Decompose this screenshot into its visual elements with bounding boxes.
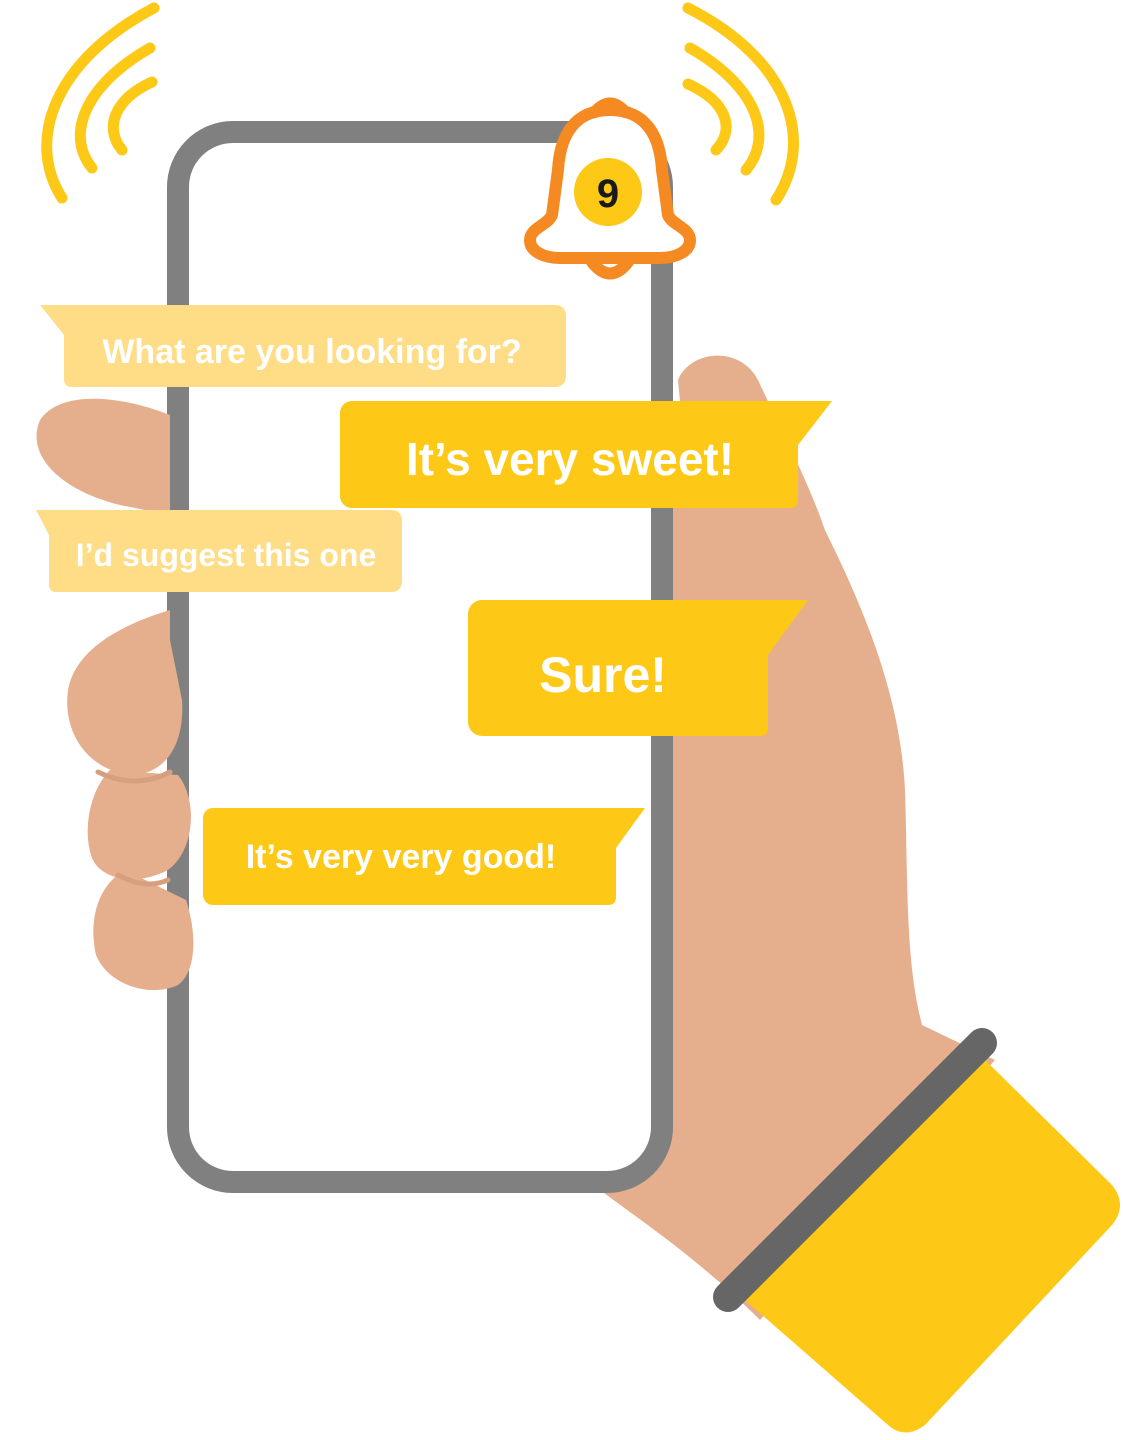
phone-chat-illustration: 9 What are you looking for? It’s very sw…: [36, 2, 1120, 1433]
signal-waves-left: [41, 2, 160, 204]
notification-count: 9: [597, 172, 619, 216]
signal-waves-right: [682, 2, 799, 206]
message-text-1: What are you looking for?: [102, 333, 521, 371]
message-text-4: Sure!: [539, 647, 667, 703]
message-bubble-1: What are you looking for?: [40, 305, 566, 387]
message-text-3: I’d suggest this one: [76, 537, 376, 573]
message-bubble-5: It’s very very good!: [203, 808, 645, 905]
message-text-2: It’s very sweet!: [406, 433, 734, 485]
message-bubble-2: It’s very sweet!: [340, 401, 832, 508]
message-bubble-3: I’d suggest this one: [36, 510, 402, 592]
message-bubble-4: Sure!: [468, 600, 808, 736]
message-text-5: It’s very very good!: [246, 838, 557, 876]
fingers: [36, 398, 194, 991]
